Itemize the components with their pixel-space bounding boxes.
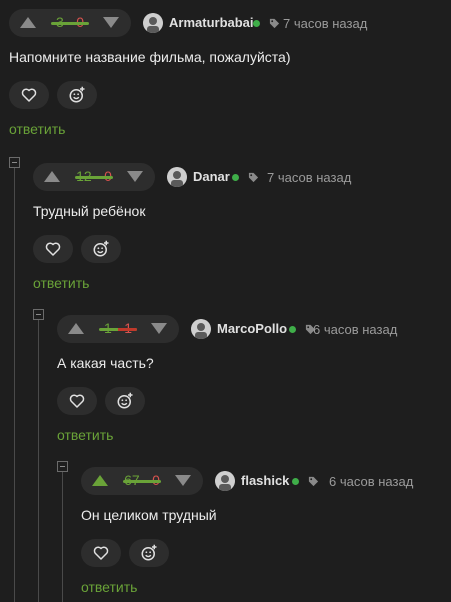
collapse-toggle[interactable] xyxy=(9,157,20,168)
comment-time: 7 часов назад xyxy=(283,16,368,31)
reaction-button[interactable] xyxy=(129,539,169,567)
like-button[interactable] xyxy=(81,539,121,567)
downvote-icon[interactable] xyxy=(103,17,119,28)
rating-bar xyxy=(75,176,113,179)
comment-text: Напомните название фильма, пожалуйста) xyxy=(9,49,291,65)
avatar-icon[interactable] xyxy=(215,471,235,491)
heart-icon xyxy=(69,394,85,408)
online-indicator xyxy=(289,326,296,333)
reaction-button[interactable] xyxy=(57,81,97,109)
upvote-icon[interactable] xyxy=(92,475,108,486)
rating-score: 1 - 1 xyxy=(90,320,146,336)
heart-icon xyxy=(93,546,109,560)
avatar-icon[interactable] xyxy=(191,319,211,339)
thread-line xyxy=(62,472,63,602)
add-reaction-icon xyxy=(69,86,85,103)
vote-control: 3 - 0 xyxy=(9,9,131,37)
comment-text: Он целиком трудный xyxy=(81,507,217,523)
comment-time: 6 часов назад xyxy=(329,474,414,489)
rating-bar-negative xyxy=(118,328,137,331)
avatar-icon[interactable] xyxy=(143,13,163,33)
collapse-toggle[interactable] xyxy=(33,309,44,320)
upvote-icon[interactable] xyxy=(68,323,84,334)
vote-control: 12 - 0 xyxy=(33,163,155,191)
reaction-button[interactable] xyxy=(105,387,145,415)
vote-control: 67 - 0 xyxy=(81,467,203,495)
downvote-icon[interactable] xyxy=(127,171,143,182)
reaction-button[interactable] xyxy=(81,235,121,263)
heart-icon xyxy=(21,88,37,102)
rating-bar xyxy=(99,328,137,331)
add-reaction-icon xyxy=(93,240,109,257)
comment-text: Трудный ребёнок xyxy=(33,203,146,219)
add-reaction-icon xyxy=(141,544,157,561)
rating-score: 12 - 0 xyxy=(66,168,122,184)
comment-time: 7 часов назад xyxy=(267,170,352,185)
tag-icon[interactable] xyxy=(308,476,319,487)
like-button[interactable] xyxy=(33,235,73,263)
rating-score: 3 - 0 xyxy=(42,14,98,30)
heart-icon xyxy=(45,242,61,256)
rating-bar xyxy=(123,480,161,483)
add-reaction-icon xyxy=(117,392,133,409)
username[interactable]: Danar xyxy=(193,169,230,184)
like-button[interactable] xyxy=(57,387,97,415)
upvote-icon[interactable] xyxy=(44,171,60,182)
thread-line xyxy=(38,320,39,602)
username[interactable]: MarcoPollo xyxy=(217,321,287,336)
collapse-toggle[interactable] xyxy=(57,461,68,472)
comment-text: А какая часть? xyxy=(57,355,154,371)
reply-link[interactable]: ответить xyxy=(9,121,65,137)
like-button[interactable] xyxy=(9,81,49,109)
downvote-icon[interactable] xyxy=(151,323,167,334)
reply-link[interactable]: ответить xyxy=(81,579,137,595)
comment-time: 6 часов назад xyxy=(313,322,398,337)
online-indicator xyxy=(253,20,260,27)
online-indicator xyxy=(232,174,239,181)
username[interactable]: Armaturbabai xyxy=(169,15,254,30)
online-indicator xyxy=(292,478,299,485)
rating-bar xyxy=(51,22,89,25)
tag-icon[interactable] xyxy=(269,18,280,29)
downvote-icon[interactable] xyxy=(175,475,191,486)
upvote-icon[interactable] xyxy=(20,17,36,28)
thread-line xyxy=(14,168,15,602)
vote-control: 1 - 1 xyxy=(57,315,179,343)
rating-score: 67 - 0 xyxy=(114,472,170,488)
reply-link[interactable]: ответить xyxy=(33,275,89,291)
tag-icon[interactable] xyxy=(248,172,259,183)
username[interactable]: flashick xyxy=(241,473,289,488)
reply-link[interactable]: ответить xyxy=(57,427,113,443)
avatar-icon[interactable] xyxy=(167,167,187,187)
